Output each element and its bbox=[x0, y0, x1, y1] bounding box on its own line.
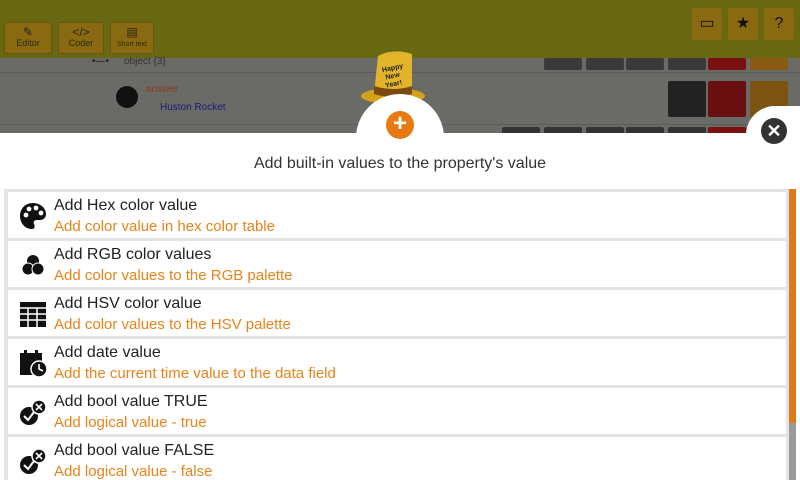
item-title: Add date value bbox=[54, 344, 161, 361]
editor-tool-button[interactable]: ✎ Editor bbox=[4, 22, 52, 54]
builtin-values-list: Add Hex color value Add color value in h… bbox=[4, 189, 796, 480]
delete-row-button[interactable] bbox=[708, 81, 746, 117]
row-delete-button[interactable] bbox=[708, 58, 746, 70]
plus-icon: + bbox=[392, 110, 407, 137]
list-item-date[interactable]: Add date value Add the current time valu… bbox=[8, 339, 786, 385]
row-action-button[interactable] bbox=[544, 58, 582, 70]
item-subtitle: Add the current time value to the data f… bbox=[54, 365, 336, 382]
bool-check-icon bbox=[20, 399, 47, 425]
list-scrollbar-thumb[interactable] bbox=[789, 423, 796, 480]
answer-value-label: Huston Rocket bbox=[160, 102, 226, 113]
favorite-button[interactable]: ★ bbox=[728, 8, 758, 40]
palette-icon bbox=[20, 203, 46, 229]
item-title: Add HSV color value bbox=[54, 295, 202, 312]
answer-key-label: answer bbox=[146, 84, 179, 95]
keyboard-icon: ▭ bbox=[699, 15, 715, 32]
list-item-hex-color[interactable]: Add Hex color value Add color value in h… bbox=[8, 192, 786, 238]
rgb-circles-icon bbox=[21, 255, 45, 276]
grid-table-icon bbox=[20, 302, 46, 327]
item-subtitle: Add logical value - true bbox=[54, 414, 207, 431]
row-action-button[interactable] bbox=[626, 58, 664, 70]
item-subtitle: Add color values to the HSV palette bbox=[54, 316, 291, 333]
add-builtin-values-dialog: Add built-in values to the property's va… bbox=[0, 133, 800, 480]
list-item-rgb-color[interactable]: Add RGB color values Add color values to… bbox=[8, 241, 786, 287]
row-move-button[interactable] bbox=[750, 58, 788, 70]
close-dialog-button[interactable]: ✕ bbox=[761, 118, 787, 144]
edit-row-button[interactable] bbox=[668, 81, 706, 117]
help-button[interactable]: ? bbox=[764, 8, 794, 40]
object-node-label: object {3} bbox=[124, 56, 166, 67]
keyboard-button[interactable]: ▭ bbox=[692, 8, 722, 40]
help-icon: ? bbox=[774, 15, 784, 32]
document-icon: ▤ bbox=[126, 25, 138, 39]
edit-icon: ✎ bbox=[22, 25, 34, 39]
bool-check-icon bbox=[20, 448, 47, 474]
item-title: Add Hex color value bbox=[54, 197, 198, 214]
item-title: Add bool value FALSE bbox=[54, 442, 215, 459]
list-item-bool-false[interactable]: Add bool value FALSE Add logical value -… bbox=[8, 437, 786, 480]
editor-tool-label: Editor bbox=[16, 38, 40, 48]
item-subtitle: Add color value in hex color table bbox=[54, 218, 275, 235]
row-action-button[interactable] bbox=[668, 58, 706, 70]
shorttext-tool-label: Short text bbox=[117, 41, 147, 48]
close-icon: ✕ bbox=[766, 121, 782, 141]
item-subtitle: Add color values to the RGB palette bbox=[54, 267, 293, 284]
add-value-button[interactable]: + bbox=[386, 111, 414, 139]
list-item-hsv-color[interactable]: Add HSV color value Add color values to … bbox=[8, 290, 786, 336]
coder-tool-button[interactable]: </> Coder bbox=[58, 22, 104, 54]
item-subtitle: Add logical value - false bbox=[54, 463, 213, 480]
node-shape-icon bbox=[116, 86, 138, 108]
shorttext-tool-button[interactable]: ▤ Short text bbox=[110, 22, 154, 54]
row-action-button[interactable] bbox=[586, 58, 624, 70]
code-icon: </> bbox=[72, 25, 90, 39]
coder-tool-label: Coder bbox=[68, 38, 94, 48]
list-item-bool-true[interactable]: Add bool value TRUE Add logical value - … bbox=[8, 388, 786, 434]
connector-icon: •—• bbox=[92, 56, 110, 67]
item-title: Add RGB color values bbox=[54, 246, 212, 263]
calendar-clock-icon bbox=[20, 350, 48, 378]
item-title: Add bool value TRUE bbox=[54, 393, 208, 410]
star-icon: ★ bbox=[735, 15, 751, 32]
dialog-title: Add built-in values to the property's va… bbox=[253, 155, 547, 172]
